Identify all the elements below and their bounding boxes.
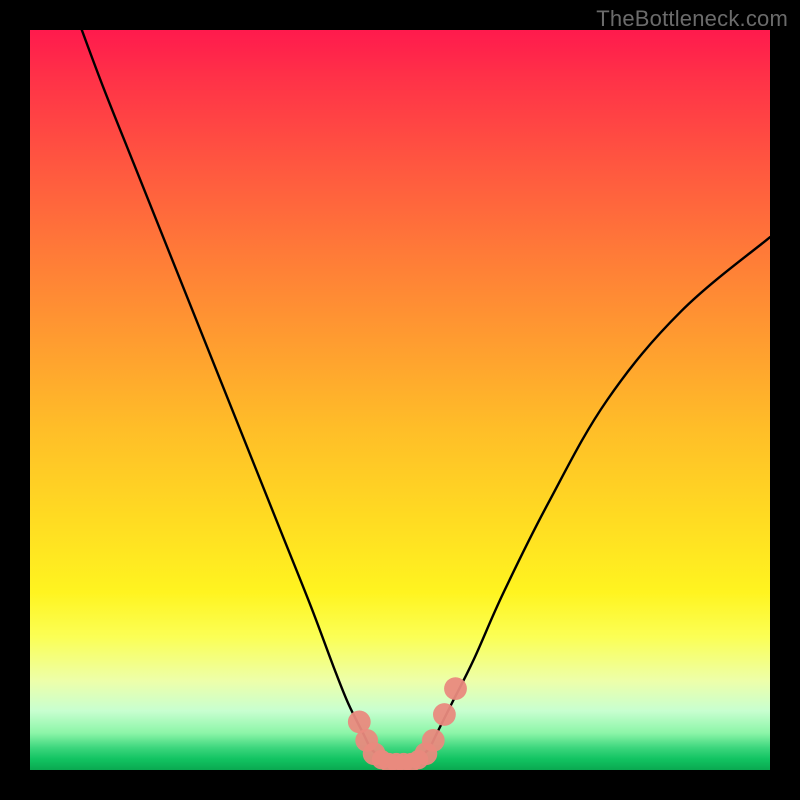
marker-dot — [444, 677, 467, 700]
plot-area — [30, 30, 770, 770]
marker-dot — [433, 703, 456, 726]
chart-frame: TheBottleneck.com — [0, 0, 800, 800]
bottleneck-range-markers — [348, 677, 467, 770]
bottleneck-curve — [82, 30, 770, 763]
marker-dot — [422, 729, 445, 752]
curve-layer — [30, 30, 770, 770]
watermark-text: TheBottleneck.com — [596, 6, 788, 32]
